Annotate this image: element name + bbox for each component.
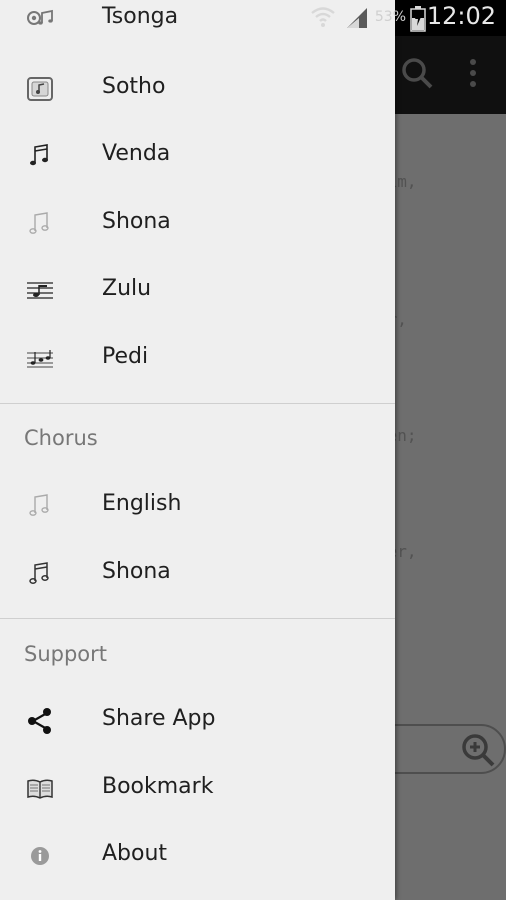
- zoom-in-icon[interactable]: [460, 732, 496, 772]
- drawer-item-pedi[interactable]: Pedi: [0, 326, 395, 392]
- status-bar: Tsonga 53% 12:02: [0, 0, 506, 36]
- music-notes-icon: [26, 144, 54, 168]
- overflow-menu-icon[interactable]: [466, 56, 480, 94]
- drawer-item-english[interactable]: English: [0, 473, 395, 539]
- drawer-item-share-app[interactable]: Share App: [0, 688, 395, 754]
- drawer-item-label: Zulu: [102, 276, 152, 301]
- music-notes-faded-icon: [26, 494, 54, 518]
- section-header-chorus: Chorus: [24, 426, 98, 450]
- section-header-support: Support: [24, 642, 108, 666]
- drawer-item-label: Sotho: [102, 74, 166, 99]
- divider: [0, 618, 395, 619]
- drawer-item-bookmark[interactable]: Bookmark: [0, 756, 395, 822]
- drawer-item-shona-chorus[interactable]: Shona: [0, 541, 395, 607]
- search-icon[interactable]: [400, 56, 434, 94]
- music-note-box-icon: [26, 77, 54, 101]
- navigation-drawer: Sotho Venda Shona Zulu Pedi Chorus Engli…: [0, 36, 395, 900]
- wifi-icon: [310, 4, 336, 34]
- app-title: Tsonga: [102, 4, 179, 29]
- battery-percent: 53%: [374, 9, 406, 25]
- drawer-item-label: Bookmark: [102, 774, 214, 799]
- drawer-item-label: Pedi: [102, 344, 149, 369]
- drawer-item-venda[interactable]: Venda: [0, 123, 395, 189]
- clock: 12:02: [426, 2, 496, 30]
- drawer-item-label: English: [102, 491, 182, 516]
- info-icon: [26, 844, 54, 868]
- drawer-item-zulu[interactable]: Zulu: [0, 258, 395, 324]
- music-notes-icon: [26, 562, 54, 586]
- battery-icon: [410, 6, 426, 36]
- drawer-item-label: About: [102, 841, 168, 866]
- app-logo-icon: [26, 8, 56, 32]
- music-notes-faded-icon: [26, 212, 54, 236]
- drawer-item-label: Venda: [102, 141, 171, 166]
- share-icon: [26, 708, 54, 734]
- drawer-item-label: Shona: [102, 209, 171, 234]
- drawer-item-shona[interactable]: Shona: [0, 191, 395, 257]
- signal-icon: [345, 6, 369, 34]
- drawer-item-sotho[interactable]: Sotho: [0, 56, 395, 122]
- music-staff-notes-icon: [26, 347, 54, 371]
- drawer-item-about[interactable]: About: [0, 823, 395, 889]
- drawer-item-label: Shona: [102, 559, 171, 584]
- divider: [0, 403, 395, 404]
- book-icon: [26, 777, 54, 801]
- drawer-item-label: Share App: [102, 706, 216, 731]
- music-staff-icon: [26, 279, 54, 303]
